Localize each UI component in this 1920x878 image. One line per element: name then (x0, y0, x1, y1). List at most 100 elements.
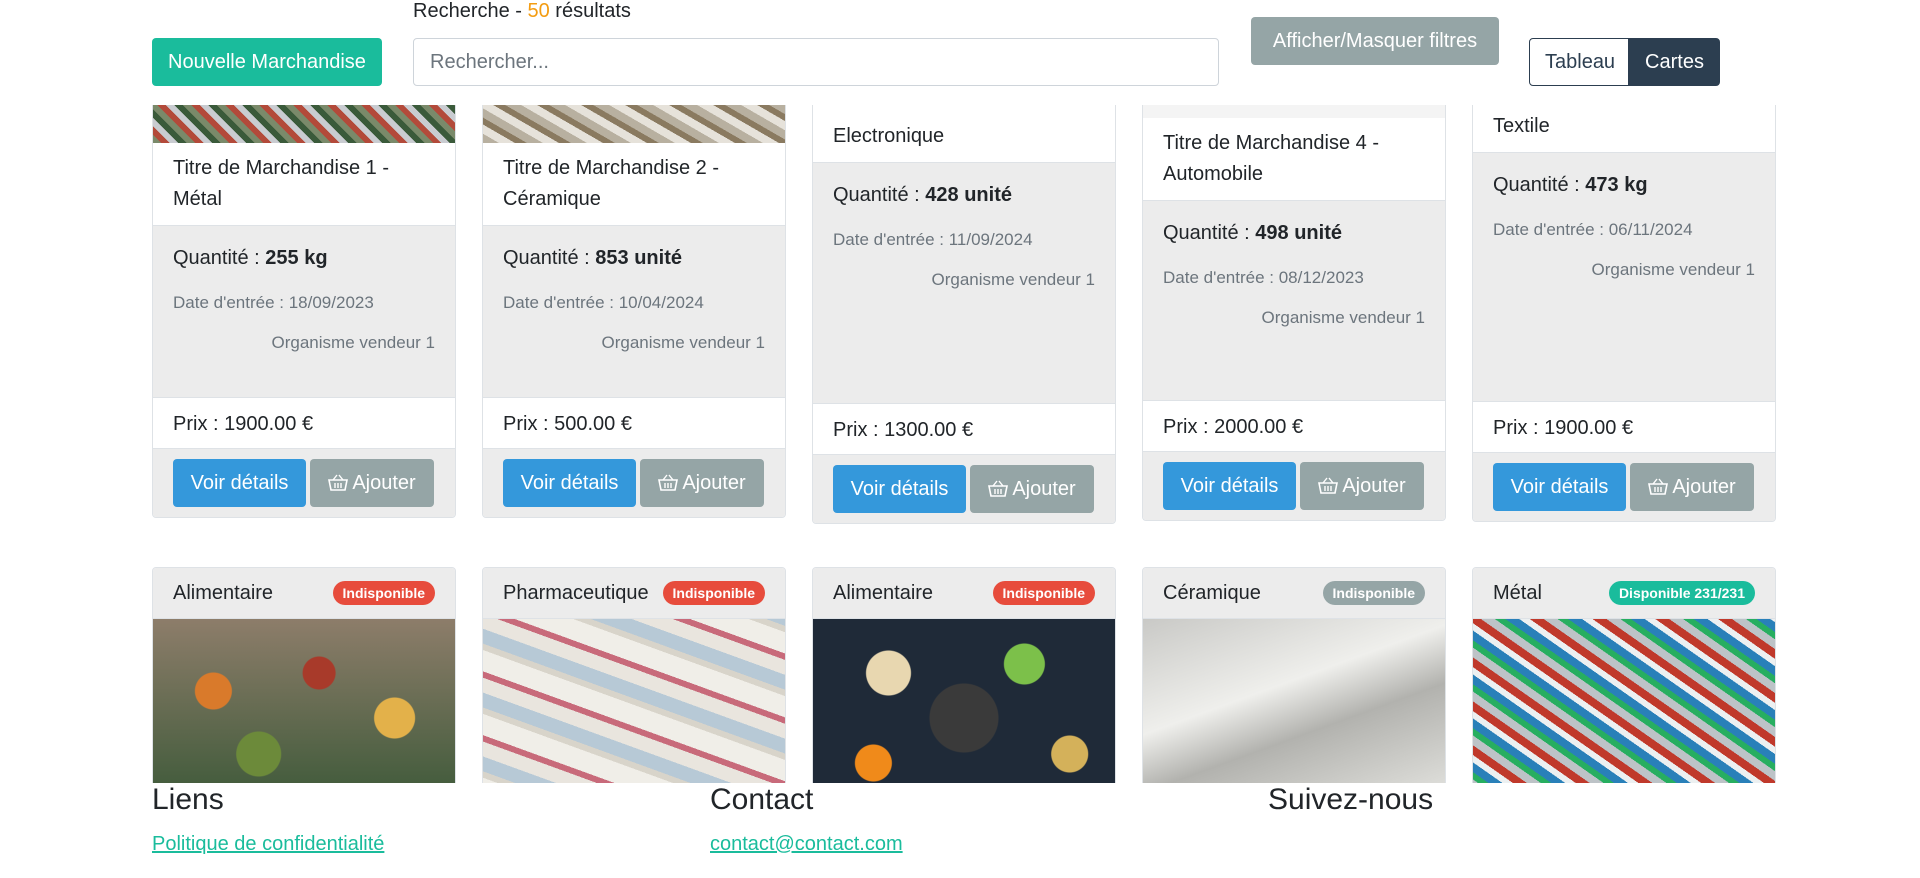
card-date: Date d'entrée : 18/09/2023 (173, 288, 435, 318)
add-to-basket-button[interactable]: Ajouter (1630, 463, 1754, 511)
new-merchandise-button[interactable]: Nouvelle Marchandise (152, 38, 382, 86)
quantity-label: Quantité : (503, 247, 596, 269)
price-label: Prix : (1493, 417, 1545, 439)
card-date: Date d'entrée : 10/04/2024 (503, 288, 765, 318)
card-category: Alimentaire (833, 581, 934, 604)
availability-badge: Disponible 231/231 (1608, 581, 1755, 605)
date-value: 08/12/2023 (1278, 268, 1364, 287)
merchandise-image (1143, 619, 1445, 796)
date-label: Date d'entrée : (1493, 220, 1609, 239)
date-value: 06/11/2024 (1608, 220, 1693, 239)
availability-badge: Indisponible (992, 581, 1095, 605)
quantity-label: Quantité : (833, 184, 926, 206)
card-price: Prix : 500.00 € (483, 397, 785, 449)
card-quantity: Quantité : 255 kg (173, 238, 435, 278)
card-date: Date d'entrée : 08/12/2023 (1163, 263, 1425, 293)
quantity-value: 428 unité (925, 184, 1012, 206)
date-value: 10/04/2024 (618, 293, 704, 312)
merchandise-card: Pharmaceutique Indisponible (482, 567, 786, 797)
view-details-button[interactable]: Voir détails (173, 459, 306, 507)
quantity-value: 498 unité (1255, 222, 1342, 244)
basket-icon (988, 480, 1009, 497)
merchandise-card: Métal Disponible 231/231 (1472, 567, 1776, 797)
price-value: 2000.00 € (1214, 416, 1304, 438)
site-footer: Liens Politique de confidentialité Conta… (0, 783, 1920, 878)
add-button-label: Ajouter (1342, 474, 1406, 497)
quantity-value: 853 unité (595, 247, 682, 269)
card-actions: Voir détails Ajouter (813, 455, 1115, 523)
card-body: Quantité : 498 unité Date d'entrée : 08/… (1143, 201, 1445, 400)
card-seller: Organisme vendeur 1 (271, 333, 435, 352)
footer-contact-title: Contact (710, 783, 814, 816)
card-quantity: Quantité : 853 unité (503, 238, 765, 278)
merchandise-card: Alimentaire Indisponible (152, 567, 456, 797)
quantity-label: Quantité : (1493, 174, 1586, 196)
search-label-prefix: Recherche - (413, 0, 528, 22)
merchandise-card: Céramique Indisponible (1142, 567, 1446, 797)
view-details-button[interactable]: Voir détails (1163, 462, 1296, 510)
search-input[interactable] (413, 38, 1219, 86)
card-quantity: Quantité : 498 unité (1163, 213, 1425, 253)
card-actions: Voir détails Ajouter (153, 449, 455, 517)
card-actions: Voir détails Ajouter (483, 449, 785, 517)
card-header: Céramique Indisponible (1143, 568, 1445, 619)
add-to-basket-button[interactable]: Ajouter (310, 459, 434, 507)
add-to-basket-button[interactable]: Ajouter (970, 465, 1094, 513)
price-value: 1900.00 € (1544, 417, 1634, 439)
footer-links-title: Liens (152, 783, 224, 816)
card-quantity: Quantité : 428 unité (833, 175, 1095, 215)
card-title: Titre de Marchandise 4 - Automobile (1143, 118, 1445, 201)
basket-icon (658, 474, 679, 491)
basket-icon (328, 474, 349, 491)
view-details-button[interactable]: Voir détails (1493, 463, 1626, 511)
price-label: Prix : (1163, 416, 1215, 438)
view-table-button[interactable]: Tableau (1529, 38, 1629, 86)
card-date: Date d'entrée : 06/11/2024 (1493, 215, 1755, 245)
availability-badge: Indisponible (332, 581, 435, 605)
card-category: Céramique (1163, 581, 1261, 604)
date-label: Date d'entrée : (503, 293, 619, 312)
add-to-basket-button[interactable]: Ajouter (1300, 462, 1424, 510)
toggle-filters-button[interactable]: Afficher/Masquer filtres (1251, 17, 1499, 65)
quantity-value: 255 kg (265, 247, 328, 269)
date-value: 11/09/2024 (948, 230, 1033, 249)
card-body: Quantité : 255 kg Date d'entrée : 18/09/… (153, 226, 455, 397)
quantity-value: 473 kg (1585, 174, 1648, 196)
view-cards-button[interactable]: Cartes (1629, 38, 1720, 86)
date-label: Date d'entrée : (173, 293, 289, 312)
card-header: Alimentaire Indisponible (813, 568, 1115, 619)
view-details-button[interactable]: Voir détails (833, 465, 966, 513)
card-seller: Organisme vendeur 1 (931, 270, 1095, 289)
card-quantity: Quantité : 473 kg (1493, 165, 1755, 205)
merchandise-card: Textile Quantité : 473 kg Date d'entrée … (1472, 60, 1776, 522)
date-label: Date d'entrée : (1163, 268, 1279, 287)
privacy-policy-link[interactable]: Politique de confidentialité (152, 833, 384, 856)
add-button-label: Ajouter (682, 471, 746, 494)
card-price: Prix : 1900.00 € (1473, 401, 1775, 453)
card-body: Quantité : 853 unité Date d'entrée : 10/… (483, 226, 785, 397)
card-title: Titre de Marchandise 2 - Céramique (483, 143, 785, 226)
merchandise-image (153, 619, 455, 796)
card-actions: Voir détails Ajouter (1473, 453, 1775, 521)
card-header: Pharmaceutique Indisponible (483, 568, 785, 619)
date-label: Date d'entrée : (833, 230, 949, 249)
card-date: Date d'entrée : 11/09/2024 (833, 225, 1095, 255)
card-category: Alimentaire (173, 581, 274, 604)
card-category: Pharmaceutique (503, 581, 649, 604)
result-count-number: 50 (527, 0, 550, 22)
basket-icon (1648, 478, 1669, 495)
merchandise-card: Titre de Marchandise 1 - Métal Quantité … (152, 60, 456, 518)
search-label-suffix: résultats (549, 0, 631, 22)
availability-badge: Indisponible (662, 581, 765, 605)
card-body: Quantité : 428 unité Date d'entrée : 11/… (813, 163, 1115, 403)
card-seller: Organisme vendeur 1 (1591, 260, 1755, 279)
contact-email-link[interactable]: contact@contact.com (710, 833, 903, 856)
view-toggle: Tableau Cartes (1529, 38, 1720, 86)
merchandise-card: Titre de Marchandise 2 - Céramique Quant… (482, 60, 786, 518)
add-button-label: Ajouter (1672, 475, 1736, 498)
top-toolbar: Nouvelle Marchandise Recherche - 50 résu… (0, 0, 1920, 105)
card-header: Alimentaire Indisponible (153, 568, 455, 619)
card-title: Titre de Marchandise 1 - Métal (153, 143, 455, 226)
view-details-button[interactable]: Voir détails (503, 459, 636, 507)
add-to-basket-button[interactable]: Ajouter (640, 459, 764, 507)
